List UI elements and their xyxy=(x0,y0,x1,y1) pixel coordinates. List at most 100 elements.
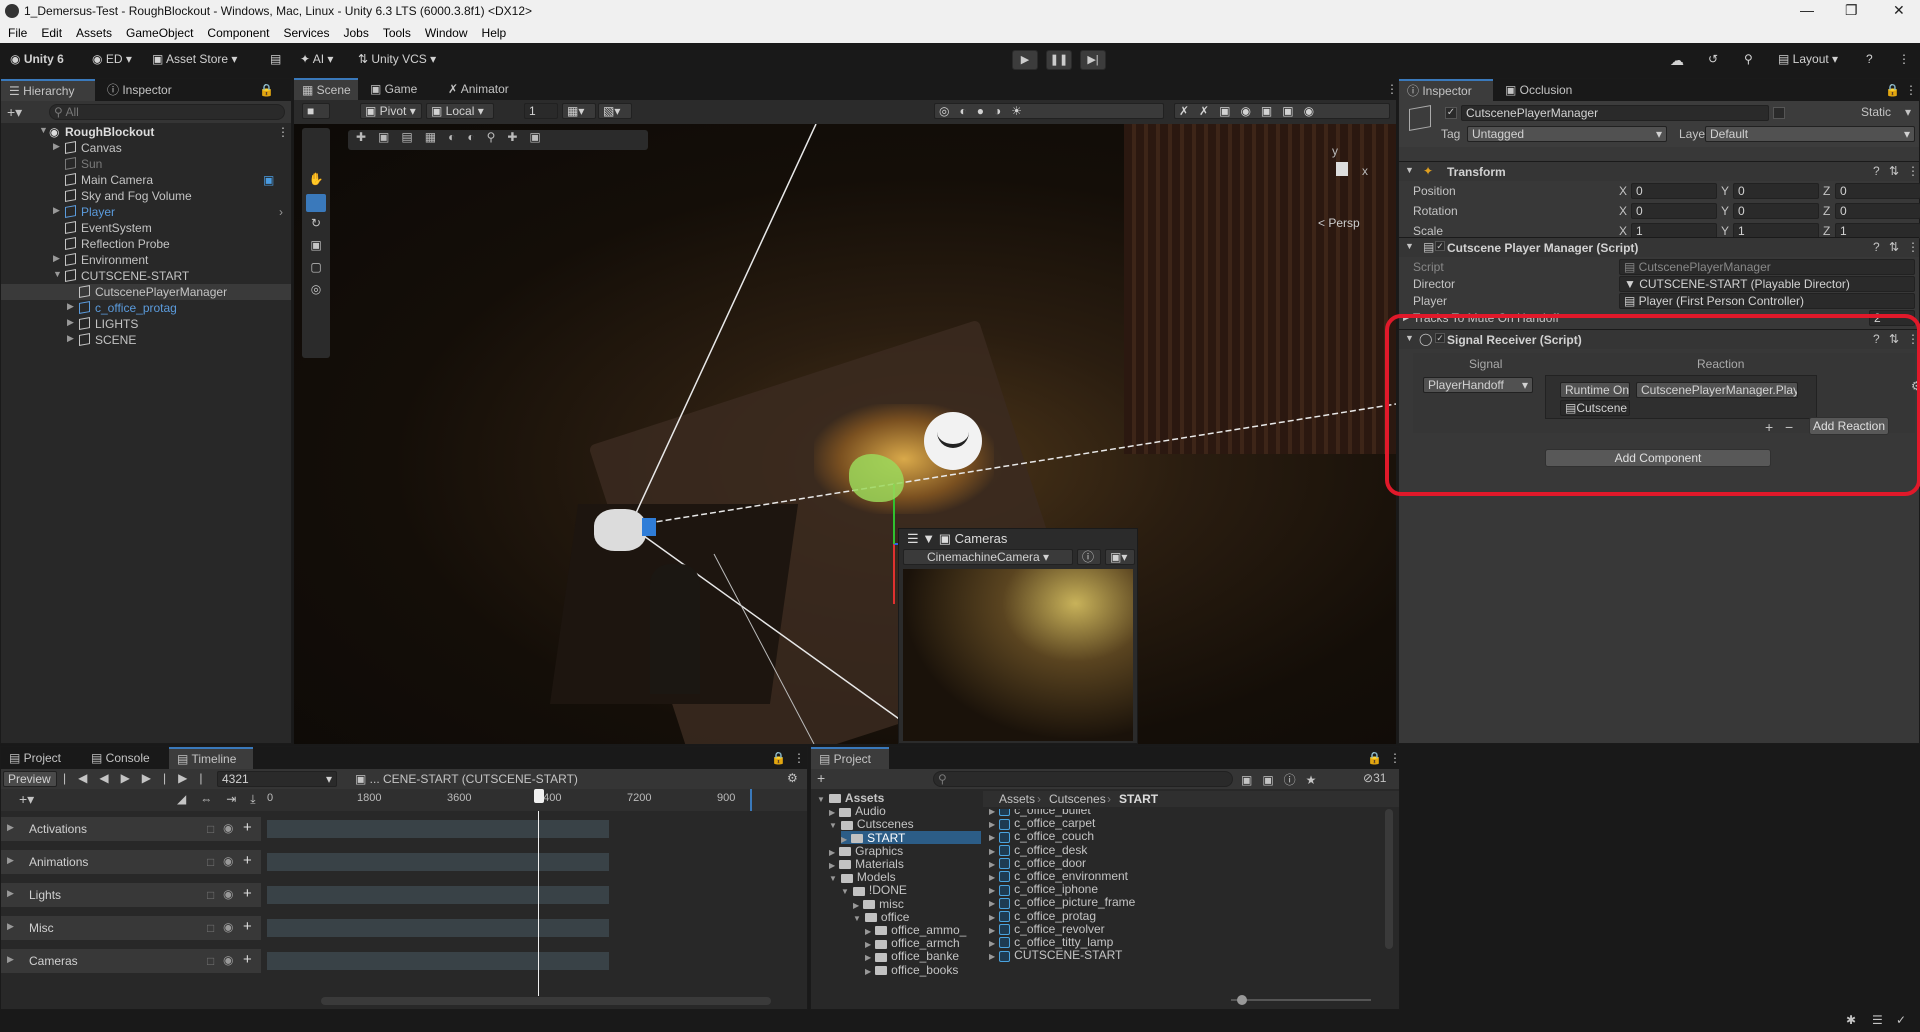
static-checkbox[interactable] xyxy=(1773,107,1785,119)
pause-button[interactable]: ❚❚ xyxy=(1046,50,1072,70)
project-file[interactable]: ▶ c_office_iphone xyxy=(989,882,1098,896)
menu-item-tools[interactable]: Tools xyxy=(383,26,411,40)
expand-icon[interactable]: ▶ xyxy=(53,205,60,216)
menu-item-file[interactable]: File xyxy=(8,26,27,40)
project-folder[interactable]: ▶ office_ammo_ xyxy=(865,923,966,937)
camera-info-icon[interactable]: ⓘ xyxy=(1077,549,1101,565)
playback-controls[interactable]: |◀◀▶▶|▶| xyxy=(63,771,215,785)
transform-menu-icon[interactable]: ⋮ xyxy=(1907,164,1919,178)
timeline-track[interactable]: ▶ Misc □ ◉ + xyxy=(1,916,261,940)
expand-icon[interactable]: ▶ xyxy=(53,253,60,264)
transform-tool-icon[interactable]: ◎ xyxy=(306,282,326,300)
search-icon[interactable]: ⚲ xyxy=(1744,52,1753,66)
file-expand-icon[interactable]: ▶ xyxy=(989,833,995,842)
unity-version-button[interactable]: ◉ Unity 6 xyxy=(10,52,64,66)
cpm-header[interactable]: ▼ ▤ ✓ Cutscene Player Manager (Script) ?… xyxy=(1399,237,1919,257)
timeline-menu-icon[interactable]: ⋮ xyxy=(785,747,813,769)
layout-button[interactable]: ▤ Layout ▾ xyxy=(1778,52,1838,66)
hierarchy-item[interactable]: ▶ LIGHTS xyxy=(1,316,291,332)
camera-fit-icon[interactable]: ▣▾ xyxy=(1105,549,1135,565)
track-add-icon[interactable]: + xyxy=(243,819,252,836)
file-expand-icon[interactable]: ▶ xyxy=(989,899,995,908)
project-folder[interactable]: ▶ office_banke xyxy=(865,949,959,963)
file-expand-icon[interactable]: ▶ xyxy=(989,926,995,935)
folder-expand-icon[interactable]: ▶ xyxy=(841,835,847,844)
track-content-area[interactable] xyxy=(267,952,609,970)
track-content-area[interactable] xyxy=(267,820,609,838)
file-expand-icon[interactable]: ▶ xyxy=(989,939,995,948)
project-file[interactable]: ▶ c_office_revolver xyxy=(989,922,1105,936)
project-file[interactable]: ▶ c_office_environment xyxy=(989,869,1128,883)
folder-expand-icon[interactable]: ▼ xyxy=(853,914,861,923)
tab-animator[interactable]: ✗ Animator xyxy=(440,78,517,100)
track-lock-icon[interactable]: □ xyxy=(207,888,214,902)
folder-expand-icon[interactable]: ▶ xyxy=(829,861,835,870)
project-folder[interactable]: ▼ Models xyxy=(829,870,896,884)
hierarchy-root-row[interactable]: ▼ ◉ RoughBlockout ⋮ xyxy=(1,124,291,140)
track-add-icon[interactable]: + xyxy=(243,951,252,968)
track-expand-icon[interactable]: ▶ xyxy=(7,954,14,965)
project-file[interactable]: ▶ c_office_couch xyxy=(989,829,1094,843)
scene-view-icon[interactable]: ■ xyxy=(302,103,330,119)
project-folder[interactable]: ▶ START xyxy=(841,830,981,845)
project-file[interactable]: ▶ c_office_titty_lamp xyxy=(989,935,1113,949)
track-visibility-icon[interactable]: ◉ xyxy=(223,887,233,901)
tab-scene[interactable]: ▦ Scene xyxy=(294,78,358,100)
layer-dropdown[interactable]: Default ▾ xyxy=(1705,126,1915,142)
project-folder[interactable]: ▼ office xyxy=(853,910,909,924)
cpm-help-icon[interactable]: ? xyxy=(1873,240,1880,254)
inspector-menu-icon[interactable]: ⋮ xyxy=(1897,79,1920,101)
grid-snap-icon[interactable]: ▦▾ xyxy=(562,103,596,119)
track-lock-icon[interactable]: □ xyxy=(207,954,214,968)
vcs-button[interactable]: ⇅ Unity VCS ▾ xyxy=(358,52,436,66)
folder-expand-icon[interactable]: ▶ xyxy=(865,953,871,962)
project-folder[interactable]: ▶ Audio xyxy=(829,804,886,818)
scale-tool-icon[interactable]: ▣ xyxy=(306,238,326,256)
cloud-icon[interactable]: ☁ xyxy=(1670,52,1684,69)
folder-expand-icon[interactable]: ▼ xyxy=(829,821,837,830)
tab-console[interactable]: ▤ Console xyxy=(83,747,158,769)
move-tool-icon[interactable] xyxy=(306,194,326,212)
track-expand-icon[interactable]: ▶ xyxy=(7,888,14,899)
project-file[interactable]: ▶ c_office_desk xyxy=(989,843,1087,857)
hierarchy-item[interactable]: EventSystem xyxy=(1,220,291,236)
folder-expand-icon[interactable]: ▶ xyxy=(829,808,835,817)
menu-item-edit[interactable]: Edit xyxy=(41,26,62,40)
rect-tool-icon[interactable]: ▢ xyxy=(306,260,326,278)
hierarchy-item[interactable]: ▶ Canvas xyxy=(1,140,291,156)
camera-dropdown[interactable]: CinemachineCamera ▾ xyxy=(903,549,1073,565)
grid-visibility-icon[interactable]: ▧▾ xyxy=(598,103,632,119)
play-button[interactable]: ▶ xyxy=(1012,50,1038,70)
perspective-label[interactable]: < Persp xyxy=(1318,216,1360,230)
history-icon[interactable]: ↺ xyxy=(1708,52,1718,66)
add-track-icon[interactable]: +▾ xyxy=(19,791,34,808)
project-folder[interactable]: ▼ Cutscenes xyxy=(829,817,914,831)
local-dropdown[interactable]: ▣ Local ▾ xyxy=(426,103,494,119)
transform-preset-icon[interactable]: ⇅ xyxy=(1889,164,1899,178)
menu-item-gameobject[interactable]: GameObject xyxy=(126,26,193,40)
cpm-preset-icon[interactable]: ⇅ xyxy=(1889,240,1899,254)
draw-mode-toolbar[interactable]: ◎◐●◑☀ xyxy=(934,103,1164,119)
tab-hierarchy[interactable]: ☰ Hierarchy xyxy=(1,79,95,101)
folder-expand-icon[interactable]: ▶ xyxy=(853,901,859,910)
track-expand-icon[interactable]: ▶ xyxy=(7,822,14,833)
menu-item-jobs[interactable]: Jobs xyxy=(343,26,368,40)
director-breadcrumb[interactable]: ▣ ... CENE-START (CUTSCENE-START) xyxy=(355,772,578,786)
transform-position-x-field[interactable]: 0 xyxy=(1631,183,1717,199)
hierarchy-item[interactable]: CutscenePlayerManager xyxy=(1,284,291,300)
project-search-input[interactable]: ⚲ xyxy=(933,771,1233,787)
track-add-icon[interactable]: + xyxy=(243,885,252,902)
tag-dropdown[interactable]: Untagged ▾ xyxy=(1467,126,1667,142)
track-visibility-icon[interactable]: ◉ xyxy=(223,854,233,868)
menu-item-assets[interactable]: Assets xyxy=(76,26,112,40)
cinemachine-tools-overlay[interactable]: ✚▣▤▦◐◐⚲✚▣ xyxy=(348,130,648,150)
cpm-menu-icon[interactable]: ⋮ xyxy=(1907,240,1919,254)
project-filter-icons[interactable]: ▣▣ⓘ★ xyxy=(1241,771,1326,788)
help-icon[interactable]: ? xyxy=(1866,52,1873,66)
expand-icon[interactable]: ▶ xyxy=(67,301,74,312)
transform-header[interactable]: ▼ ✦ Transform ? ⇅ ⋮ xyxy=(1399,161,1919,181)
prefab-open-icon[interactable]: › xyxy=(279,205,283,219)
project-folder[interactable]: ▶ misc xyxy=(853,897,904,911)
tab-inspector-left[interactable]: ⓘ Inspector xyxy=(99,79,180,101)
transform-foldout-icon[interactable]: ▼ xyxy=(1405,165,1414,175)
